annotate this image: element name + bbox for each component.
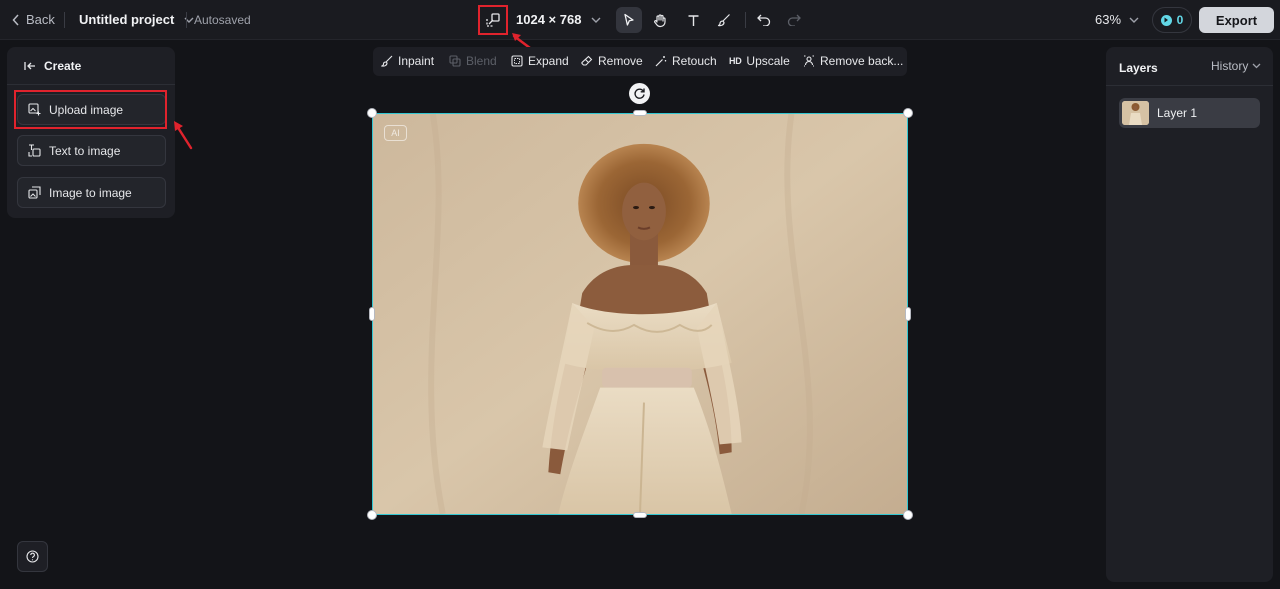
blend-icon: [449, 55, 461, 67]
brush-icon: [717, 14, 730, 27]
help-icon: [26, 550, 39, 563]
canvas-size-label: 1024 × 768: [516, 12, 582, 27]
top-bar: Back Untitled project Autosaved 1024 × 7…: [0, 0, 1280, 40]
chevron-down-icon: [1252, 63, 1261, 69]
layer-item[interactable]: Layer 1: [1119, 98, 1260, 128]
zoom-level: 63%: [1095, 12, 1122, 27]
undo-button[interactable]: [751, 7, 777, 33]
upscale-button[interactable]: HD Upscale: [729, 54, 790, 68]
text-to-image-icon: [28, 144, 41, 157]
layer-thumbnail: [1122, 101, 1149, 125]
hd-icon: HD: [729, 56, 742, 66]
hand-tool-button[interactable]: [647, 7, 673, 33]
upload-image-button[interactable]: Upload image: [17, 94, 166, 125]
text-tool-button[interactable]: [680, 7, 706, 33]
divider: [745, 12, 746, 28]
canvas-image[interactable]: AI: [372, 113, 908, 515]
tab-layers[interactable]: Layers: [1119, 61, 1158, 75]
expand-button[interactable]: Expand: [511, 54, 569, 68]
resize-handle-right[interactable]: [905, 307, 911, 321]
divider: [64, 12, 65, 28]
canvas-size-dropdown[interactable]: 1024 × 768: [516, 12, 601, 27]
collapse-left-icon: [24, 62, 35, 70]
divider: [186, 12, 187, 28]
project-title: Untitled project: [79, 12, 175, 27]
rotate-icon: [634, 88, 645, 99]
credits-badge[interactable]: 0: [1152, 7, 1192, 33]
export-button[interactable]: Export: [1199, 7, 1274, 33]
ai-generated-badge: AI: [384, 125, 407, 141]
create-panel: Create Upload image Text to image Image …: [7, 47, 175, 218]
history-label: History: [1211, 59, 1249, 73]
eraser-icon: [581, 55, 593, 66]
resize-handle-top-right[interactable]: [903, 108, 913, 118]
credits-count: 0: [1176, 13, 1184, 27]
generated-photo: [373, 114, 907, 514]
layers-panel: Layers History Layer 1: [1106, 47, 1273, 582]
help-button[interactable]: [17, 541, 48, 572]
autosave-status: Autosaved: [194, 13, 251, 27]
redo-button[interactable]: [781, 7, 807, 33]
image-to-image-button[interactable]: Image to image: [17, 177, 166, 208]
text-to-image-label: Text to image: [49, 143, 121, 158]
resize-handle-bottom[interactable]: [633, 512, 647, 518]
remove-button[interactable]: Remove: [581, 54, 643, 68]
resize-handle-bottom-left[interactable]: [367, 510, 377, 520]
retouch-label: Retouch: [672, 54, 717, 68]
image-to-image-icon: [28, 186, 41, 199]
resize-canvas-button[interactable]: [478, 5, 508, 35]
image-to-image-label: Image to image: [49, 185, 132, 200]
chevron-left-icon: [12, 13, 19, 26]
create-panel-header[interactable]: Create: [24, 59, 81, 73]
create-panel-title: Create: [44, 59, 82, 73]
remove-background-button[interactable]: Remove back...: [803, 54, 903, 68]
inpaint-brush-icon: [381, 55, 393, 67]
divider: [7, 84, 175, 85]
resize-handle-left[interactable]: [369, 307, 375, 321]
resize-handle-top[interactable]: [633, 110, 647, 116]
select-tool-button[interactable]: [616, 7, 642, 33]
zoom-dropdown[interactable]: 63%: [1095, 12, 1139, 27]
text-t-icon: [688, 14, 698, 26]
remove-label: Remove: [598, 54, 643, 68]
project-title-dropdown[interactable]: Untitled project: [79, 12, 194, 27]
undo-icon: [757, 14, 771, 26]
expand-label: Expand: [528, 54, 569, 68]
redo-icon: [787, 14, 801, 26]
brush-tool-button[interactable]: [711, 7, 737, 33]
upload-image-icon: [28, 103, 41, 116]
rotate-handle[interactable]: [629, 83, 650, 104]
resize-icon: [486, 13, 500, 27]
resize-handle-bottom-right[interactable]: [903, 510, 913, 520]
retouch-button[interactable]: Retouch: [655, 54, 717, 68]
inpaint-label: Inpaint: [398, 54, 435, 68]
back-label: Back: [26, 12, 55, 27]
expand-icon: [511, 55, 523, 67]
credits-icon: [1160, 14, 1172, 26]
image-edit-toolbar: Inpaint Blend Expand Remove Retouch HD U…: [373, 47, 907, 76]
back-button[interactable]: Back: [12, 12, 55, 27]
resize-handle-top-left[interactable]: [367, 108, 377, 118]
text-to-image-button[interactable]: Text to image: [17, 135, 166, 166]
upload-image-label: Upload image: [49, 102, 124, 117]
remove-background-label: Remove back...: [820, 54, 904, 68]
layer-name: Layer 1: [1157, 106, 1198, 120]
chevron-down-icon: [591, 17, 601, 23]
chevron-down-icon: [1129, 17, 1139, 23]
remove-background-icon: [804, 55, 814, 67]
blend-button[interactable]: Blend: [449, 54, 497, 68]
divider: [1106, 85, 1273, 86]
cursor-arrow-icon: [624, 13, 634, 26]
tab-history[interactable]: History: [1211, 59, 1261, 73]
retouch-wand-icon: [655, 56, 667, 67]
blend-label: Blend: [466, 54, 497, 68]
inpaint-button[interactable]: Inpaint: [381, 54, 434, 68]
hand-icon: [653, 13, 666, 27]
upscale-label: Upscale: [746, 54, 790, 68]
